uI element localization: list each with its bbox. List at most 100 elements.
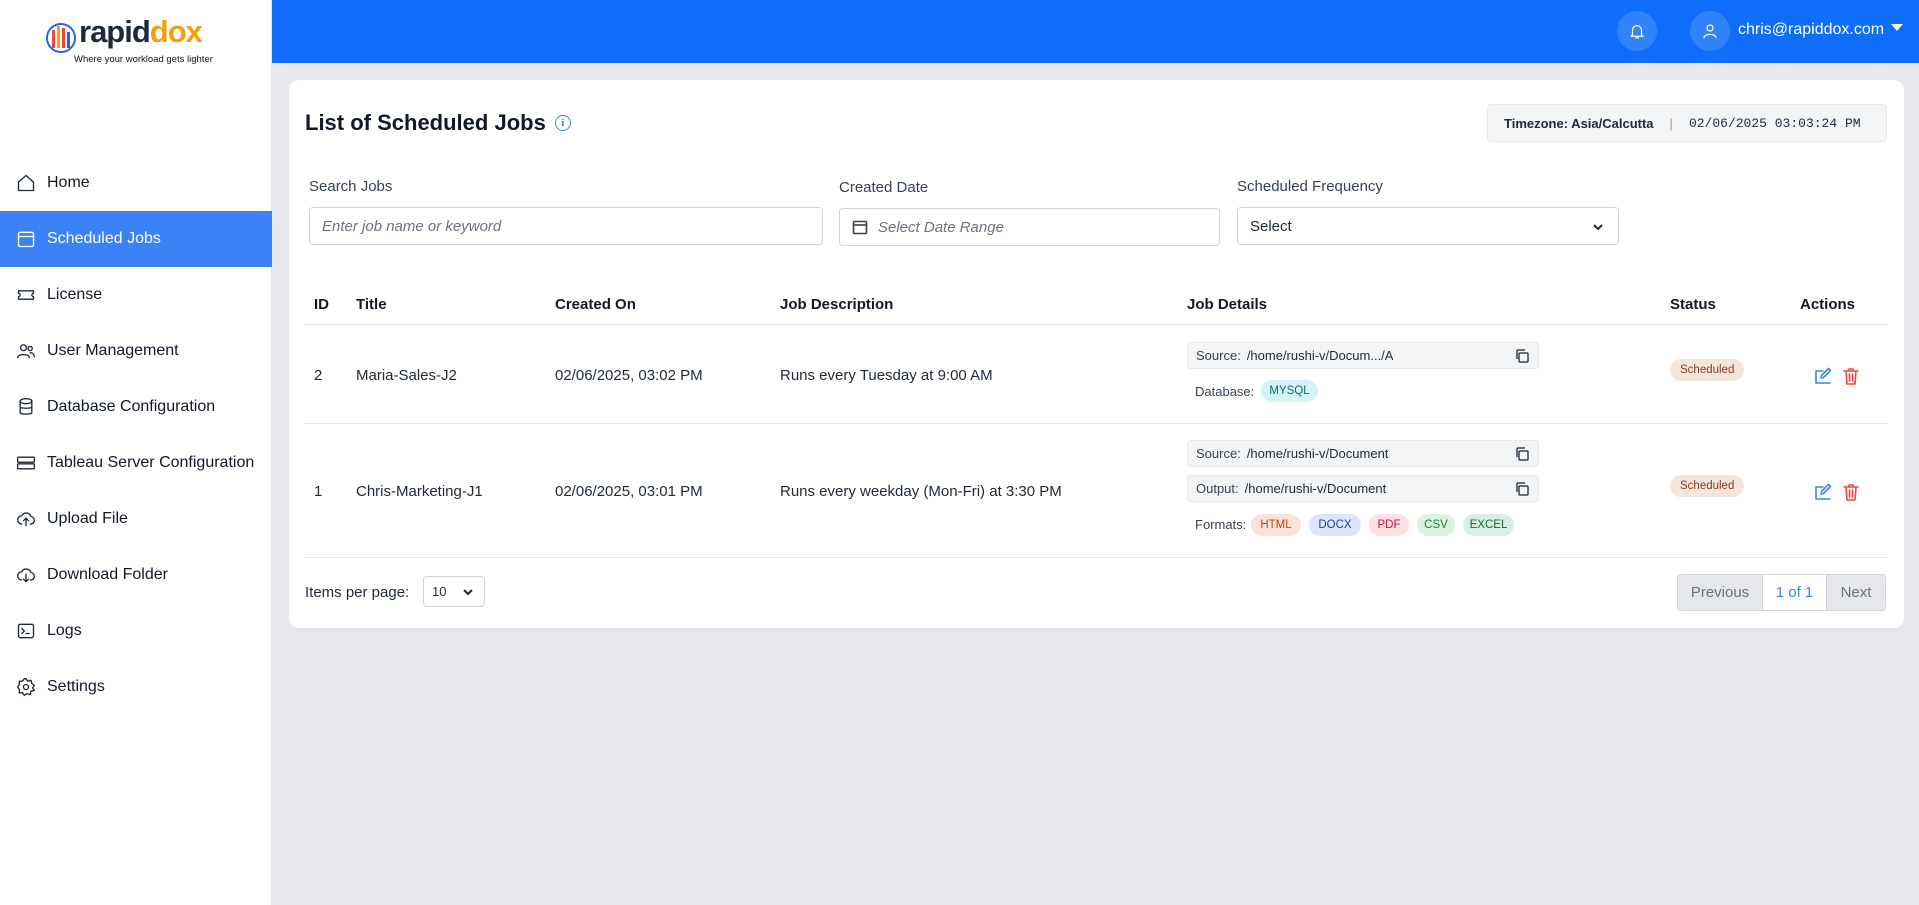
sidebar-item-home[interactable]: Home <box>0 155 272 211</box>
search-jobs-label: Search Jobs <box>309 178 393 195</box>
cloud-upload-icon <box>15 508 37 530</box>
database-icon <box>15 396 37 418</box>
page-title: List of Scheduled Jobs i <box>305 110 571 136</box>
terminal-icon <box>15 620 37 642</box>
pagination: Previous 1 of 1 Next <box>1677 574 1886 611</box>
sidebar-item-upload-file[interactable]: Upload File <box>0 491 272 547</box>
cell-title: Maria-Sales-J2 <box>356 367 457 384</box>
frequency-select-value: Select <box>1250 217 1292 235</box>
server-icon <box>15 452 37 474</box>
source-label: Source: <box>1196 446 1241 461</box>
cell-id: 1 <box>314 483 323 500</box>
chevron-down-icon <box>462 586 474 601</box>
column-header-title: Title <box>356 296 387 313</box>
edit-icon[interactable] <box>1813 482 1833 502</box>
date-range-input[interactable]: Select Date Range <box>839 208 1220 246</box>
cell-created-on: 02/06/2025, 03:02 PM <box>555 367 703 384</box>
search-input[interactable]: Enter job name or keyword <box>309 207 823 245</box>
next-button[interactable]: Next <box>1827 575 1885 610</box>
sidebar: rapiddox Where your workload gets lighte… <box>0 0 272 905</box>
sidebar-item-label: Logs <box>47 622 82 639</box>
column-header-status: Status <box>1670 296 1716 313</box>
created-date-label: Created Date <box>839 179 929 196</box>
sidebar-nav: Home Scheduled Jobs License User Managem… <box>0 155 272 715</box>
info-icon[interactable]: i <box>554 115 571 131</box>
cell-description: Runs every weekday (Mon-Fri) at 3:30 PM <box>780 483 1062 500</box>
items-per-page-value: 10 <box>432 584 447 599</box>
delete-icon[interactable] <box>1841 366 1861 386</box>
source-path: /home/rushi-v/Document <box>1246 446 1389 461</box>
timezone-label: Timezone: Asia/Calcutta <box>1504 115 1654 131</box>
user-email[interactable]: chris@rapiddox.com <box>1738 21 1884 39</box>
sidebar-item-settings[interactable]: Settings <box>0 659 272 715</box>
format-badge-excel: EXCEL <box>1463 514 1514 536</box>
column-header-job-details: Job Details <box>1187 296 1268 313</box>
sidebar-item-logs[interactable]: Logs <box>0 603 272 659</box>
logo-wordmark: rapiddox <box>79 14 203 49</box>
gear-icon <box>15 676 37 698</box>
copy-icon[interactable] <box>1514 481 1530 497</box>
source-path: /home/rushi-v/Docum.../A <box>1246 348 1394 363</box>
row-divider <box>305 423 1887 424</box>
page-indicator: 1 of 1 <box>1763 575 1827 610</box>
column-header-created-on: Created On <box>555 296 636 313</box>
sidebar-item-license[interactable]: License <box>0 267 272 323</box>
edit-icon[interactable] <box>1813 366 1833 386</box>
calendar-icon <box>852 219 868 235</box>
format-badge-docx: DOCX <box>1309 514 1361 536</box>
sidebar-item-download-folder[interactable]: Download Folder <box>0 547 272 603</box>
sidebar-item-label: Tableau Server Configuration <box>47 454 255 471</box>
sidebar-item-tableau-server-configuration[interactable]: Tableau Server Configuration <box>0 435 272 491</box>
cell-created-on: 02/06/2025, 03:01 PM <box>555 483 703 500</box>
sidebar-item-database-configuration[interactable]: Database Configuration <box>0 379 272 435</box>
column-header-id: ID <box>314 296 329 313</box>
sidebar-item-label: Scheduled Jobs <box>47 230 161 247</box>
format-badge-pdf: PDF <box>1369 514 1409 536</box>
notifications-button[interactable] <box>1617 11 1657 51</box>
format-badge-html: HTML <box>1251 514 1301 536</box>
sidebar-item-label: Database Configuration <box>47 398 216 415</box>
sidebar-item-label: User Management <box>47 342 179 359</box>
cell-id: 2 <box>314 367 323 384</box>
formats-label: Formats: <box>1195 517 1247 532</box>
sidebar-item-label: Download Folder <box>47 566 168 583</box>
sidebar-item-label: Upload File <box>47 510 128 527</box>
sidebar-item-label: Home <box>47 174 90 191</box>
cell-title: Chris-Marketing-J1 <box>356 483 483 500</box>
delete-icon[interactable] <box>1841 482 1861 502</box>
format-badge-csv: CSV <box>1417 514 1455 536</box>
output-path: /home/rushi-v/Document <box>1244 481 1387 496</box>
sidebar-item-label: License <box>47 286 103 303</box>
frequency-select[interactable]: Select <box>1237 207 1619 245</box>
sidebar-item-user-management[interactable]: User Management <box>0 323 272 379</box>
ticket-icon <box>15 284 37 306</box>
user-icon <box>1703 24 1717 39</box>
chevron-down-icon <box>1592 220 1604 232</box>
logo-mark-icon <box>46 23 76 53</box>
source-label: Source: <box>1196 348 1241 363</box>
page-title-text: List of Scheduled Jobs <box>305 110 546 135</box>
copy-icon[interactable] <box>1514 348 1530 364</box>
previous-button[interactable]: Previous <box>1678 575 1763 610</box>
column-header-job-description: Job Description <box>780 296 894 313</box>
status-badge: Scheduled <box>1670 475 1745 497</box>
current-time: 02/06/2025 03:03:24 PM <box>1688 115 1861 131</box>
timezone-display: Timezone: Asia/Calcutta | 02/06/2025 03:… <box>1487 104 1887 142</box>
home-icon <box>15 172 37 194</box>
source-path-field: Source: /home/rushi-v/Docum.../A <box>1187 342 1539 369</box>
sidebar-item-scheduled-jobs[interactable]: Scheduled Jobs <box>0 211 272 267</box>
output-path-field: Output: /home/rushi-v/Document <box>1187 475 1539 502</box>
copy-icon[interactable] <box>1514 446 1530 462</box>
user-avatar[interactable] <box>1690 11 1730 51</box>
cloud-download-icon <box>15 564 37 586</box>
rapiddox-logo[interactable]: rapiddox Where your workload gets lighte… <box>43 14 223 70</box>
date-range-placeholder: Select Date Range <box>878 218 1004 236</box>
user-menu-caret-icon[interactable] <box>1891 24 1903 31</box>
scheduled-jobs-card: List of Scheduled Jobs i Timezone: Asia/… <box>289 80 1904 628</box>
scheduled-frequency-label: Scheduled Frequency <box>1237 178 1383 195</box>
top-bar: chris@rapiddox.com <box>272 0 1919 63</box>
users-icon <box>15 340 37 362</box>
database-badge: MYSQL <box>1261 380 1318 402</box>
items-per-page-select[interactable]: 10 <box>423 576 485 607</box>
sidebar-item-label: Settings <box>47 678 105 695</box>
